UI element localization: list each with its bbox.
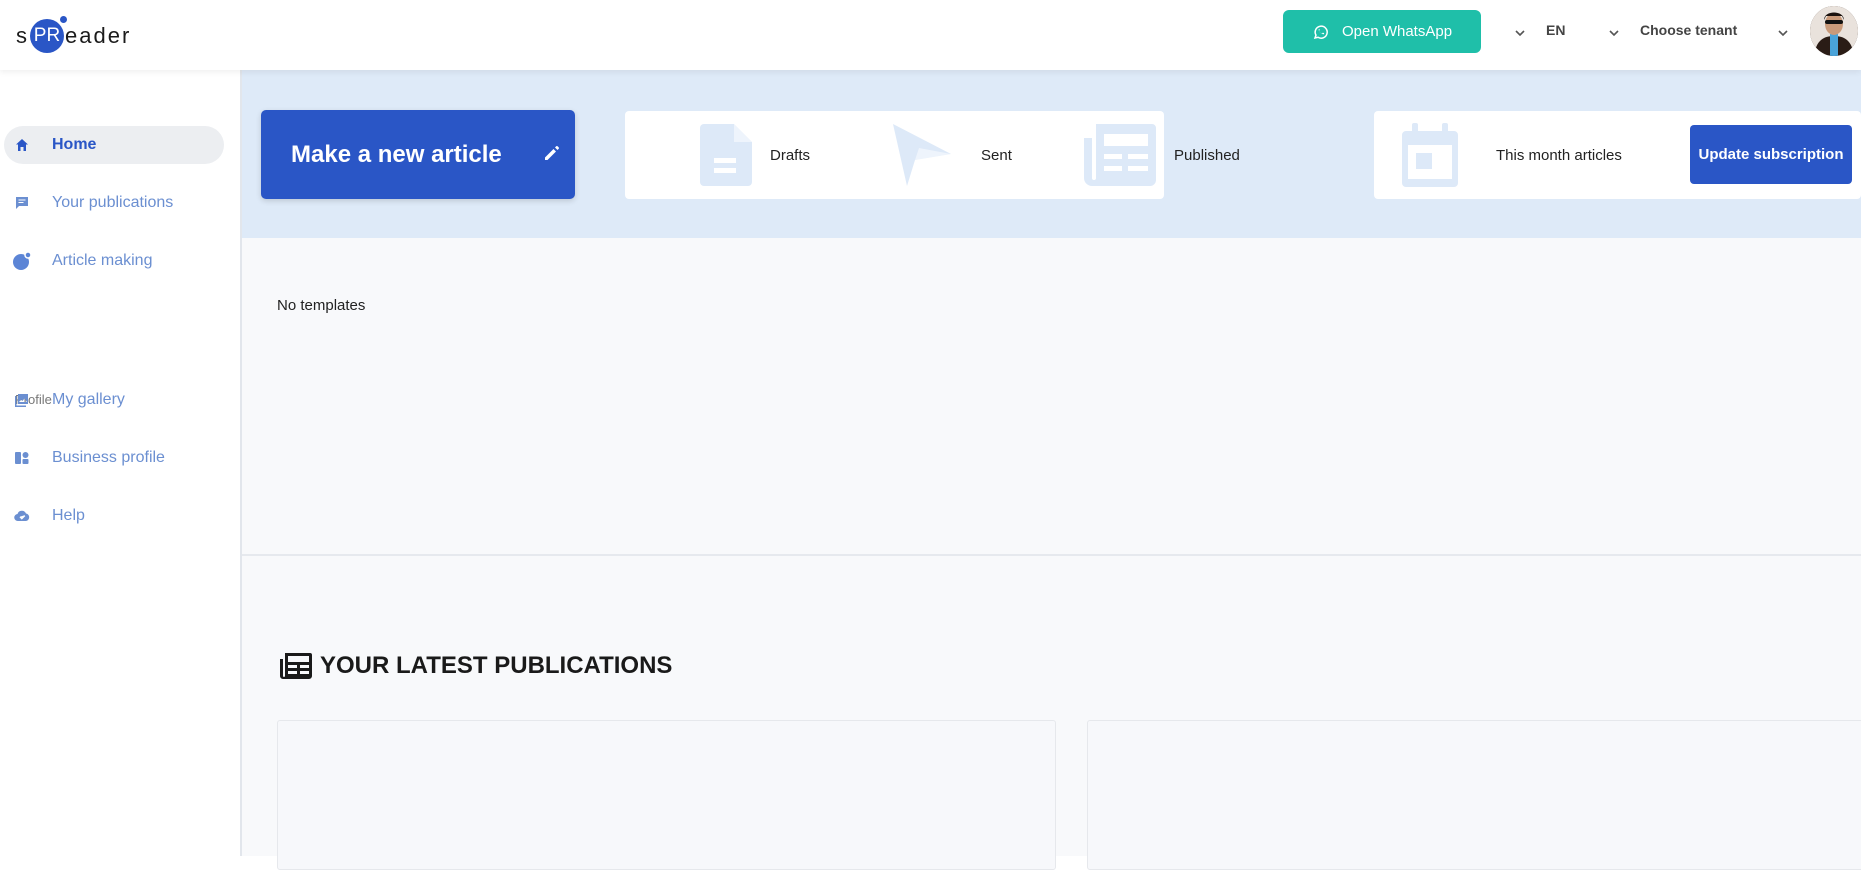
language-select[interactable]: EN: [1546, 22, 1565, 38]
publication-card[interactable]: [1087, 720, 1861, 870]
tenant-select[interactable]: Choose tenant: [1640, 22, 1737, 38]
sidebar-item-label: Business profile: [52, 449, 165, 466]
dot-icon: [13, 251, 32, 270]
logo-badge-text: PR: [33, 25, 61, 46]
this-month-label: This month articles: [1496, 146, 1622, 164]
sidebar-item-help[interactable]: Help: [4, 497, 224, 535]
stat-drafts[interactable]: Drafts: [700, 111, 810, 199]
logo-suffix: eader: [65, 23, 132, 48]
drafts-label: Drafts: [770, 146, 811, 164]
sidebar: Home Your publications Article making Pr…: [0, 70, 242, 856]
latest-publications-title: YOUR LATEST PUBLICATIONS: [320, 652, 673, 679]
new-article-label: Make a new article: [291, 141, 502, 168]
logo-badge: PR: [30, 14, 69, 53]
paper-plane-icon: [893, 124, 951, 186]
stat-published[interactable]: Published: [1084, 111, 1240, 199]
sidebar-item-your-publications[interactable]: Your publications: [4, 184, 224, 222]
sidebar-item-article-making[interactable]: Article making: [4, 242, 224, 280]
business-icon: [15, 452, 29, 464]
no-templates-text: No templates: [277, 297, 366, 314]
update-subscription-button[interactable]: Update subscription: [1690, 125, 1852, 184]
sidebar-item-label: Help: [52, 507, 85, 524]
avatar[interactable]: [1810, 6, 1858, 56]
calendar-icon: [1402, 123, 1458, 187]
home-icon: [16, 139, 28, 151]
gallery-icon: [15, 394, 28, 407]
sidebar-item-business-profile[interactable]: Business profile: [4, 439, 224, 477]
stat-this-month[interactable]: This month articles: [1402, 111, 1622, 199]
latest-publications-heading: YOUR LATEST PUBLICATIONS: [280, 652, 672, 680]
publication-card[interactable]: [277, 720, 1056, 870]
sidebar-item-label: My gallery: [52, 391, 125, 408]
sidebar-item-label: Your publications: [52, 194, 174, 211]
chevron-down-icon[interactable]: [1514, 27, 1526, 39]
chevron-down-icon[interactable]: [1608, 27, 1620, 39]
make-new-article-button[interactable]: Make a new article: [261, 110, 575, 199]
chat-icon: [16, 197, 28, 209]
document-icon: [700, 124, 752, 186]
spreader-logo[interactable]: s PR eader: [16, 14, 132, 53]
article-stats-card: Drafts Sent Published: [625, 111, 1240, 199]
pencil-icon: [545, 146, 559, 160]
sidebar-item-label: Home: [52, 136, 97, 153]
sidebar-item-label: Article making: [52, 252, 153, 269]
sent-label: Sent: [981, 146, 1012, 164]
cloud-check-icon: [14, 510, 30, 522]
logo-dot: [58, 14, 69, 25]
published-label: Published: [1174, 146, 1240, 164]
chevron-down-icon[interactable]: [1777, 27, 1789, 39]
stat-sent[interactable]: Sent: [893, 111, 1012, 199]
logo-prefix: s: [16, 23, 29, 48]
sidebar-item-my-gallery[interactable]: My gallery: [4, 381, 224, 419]
whatsapp-label: Open WhatsApp: [1341, 23, 1453, 40]
main-content: Make a new article Drafts Sent Published…: [242, 70, 1861, 870]
top-header: s PR eader Open WhatsApp EN Choose tenan…: [0, 0, 1861, 70]
sidebar-item-home[interactable]: Home: [4, 126, 224, 164]
newspaper-icon: [280, 653, 312, 679]
divider: [242, 554, 1861, 556]
avatar-image: [1810, 6, 1858, 56]
whatsapp-icon: [1313, 24, 1328, 39]
open-whatsapp-button[interactable]: Open WhatsApp: [1283, 10, 1481, 53]
newspaper-icon: [1084, 124, 1156, 186]
